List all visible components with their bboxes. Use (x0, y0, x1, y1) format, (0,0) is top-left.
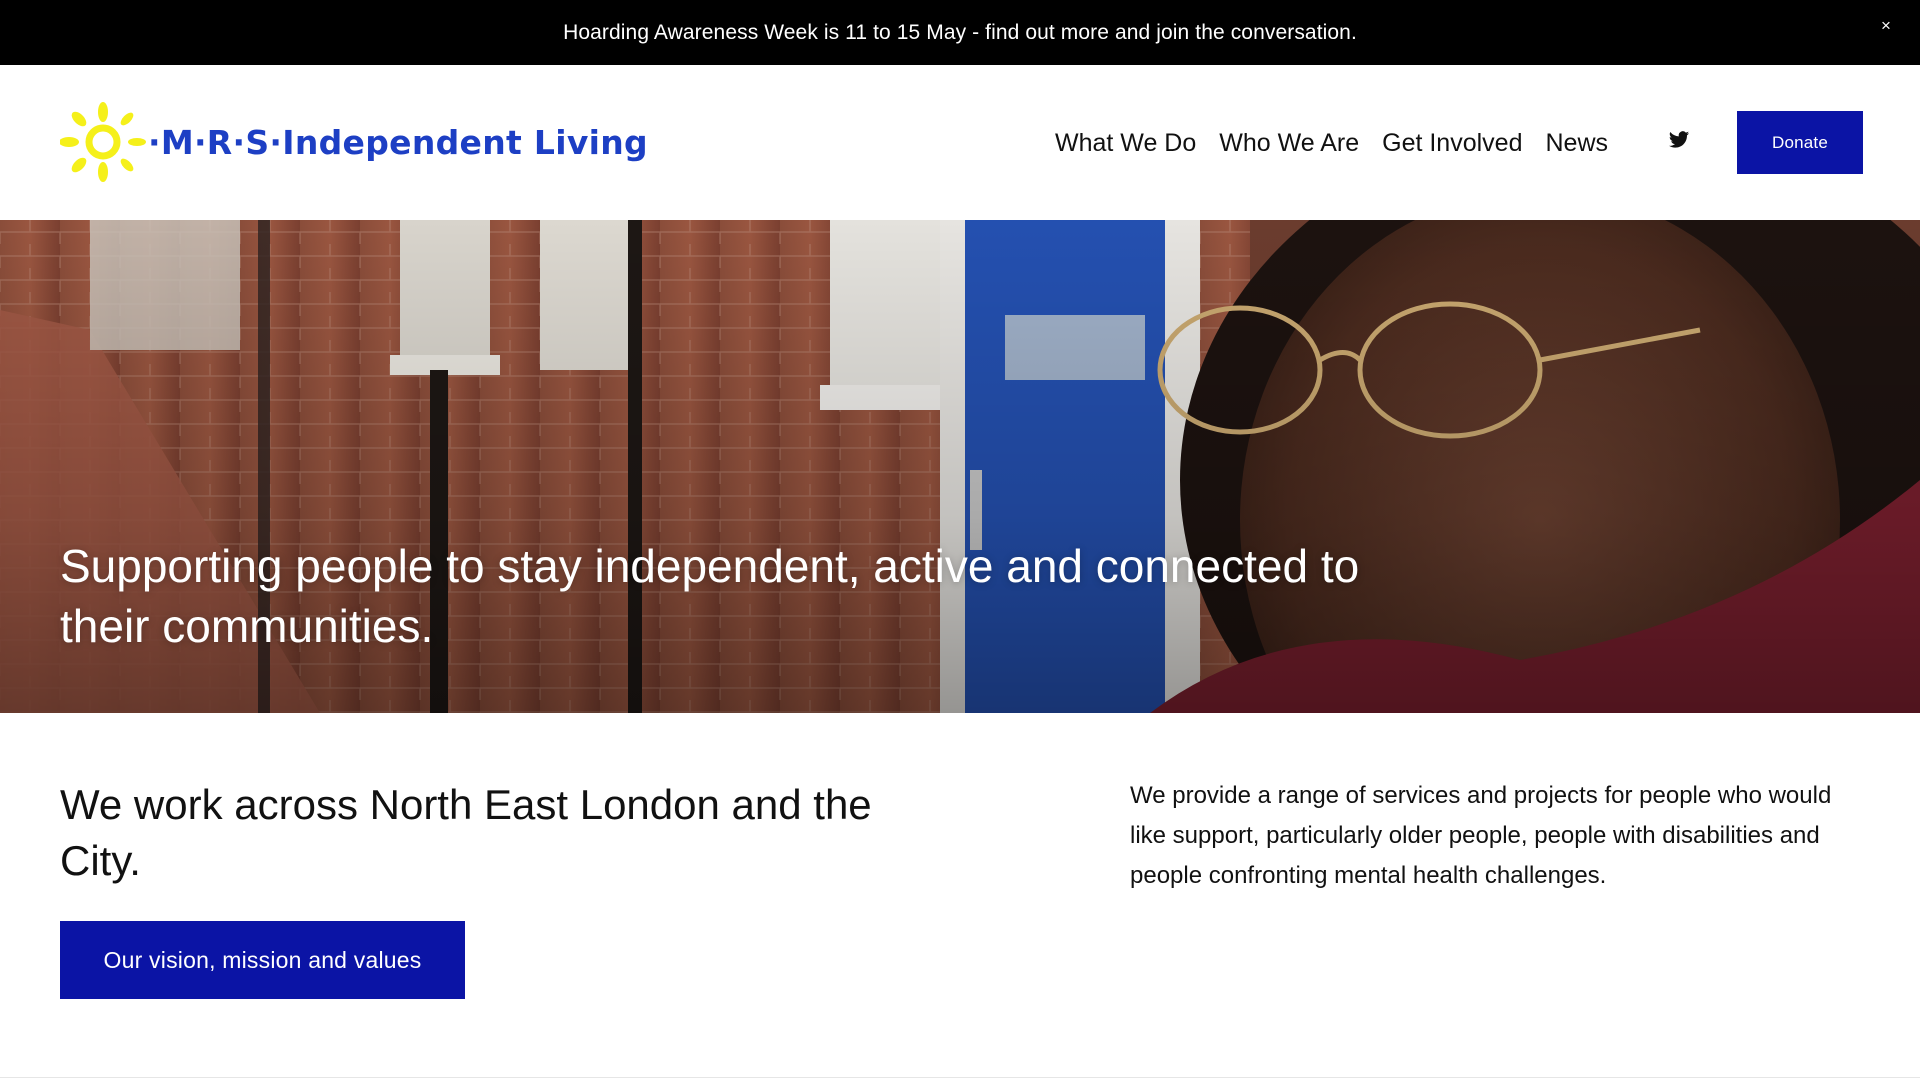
intro-body-text: We provide a range of services and proje… (1130, 782, 1832, 889)
donate-button[interactable]: Donate (1737, 111, 1863, 174)
section-divider (0, 1077, 1920, 1078)
sun-logo-icon (60, 102, 146, 182)
twitter-icon[interactable] (1668, 129, 1690, 151)
hero-heading: Supporting people to stay independent, a… (60, 540, 1360, 652)
main-nav: What We Do Who We Are Get Involved News (1055, 121, 1631, 165)
site-header: ·M·R·S·Independent Living What We Do Who… (0, 65, 1920, 220)
nav-news[interactable]: News (1545, 129, 1608, 158)
nav-get-involved[interactable]: Get Involved (1382, 129, 1522, 158)
logo-wordmark: ·M·R·S·Independent Living (148, 122, 648, 162)
vision-mission-values-button[interactable]: Our vision, mission and values (60, 921, 465, 999)
announcement-bar: Hoarding Awareness Week is 11 to 15 May … (0, 0, 1920, 65)
close-icon[interactable]: × (1874, 14, 1898, 38)
nav-who-we-are[interactable]: Who We Are (1219, 129, 1359, 158)
announcement-text[interactable]: Hoarding Awareness Week is 11 to 15 May … (563, 21, 1357, 45)
intro-heading: We work across North East London and the… (60, 781, 872, 884)
site-logo[interactable]: ·M·R·S·Independent Living (60, 102, 648, 182)
hero-banner: Supporting people to stay independent, a… (0, 220, 1920, 713)
nav-what-we-do[interactable]: What We Do (1055, 129, 1196, 158)
